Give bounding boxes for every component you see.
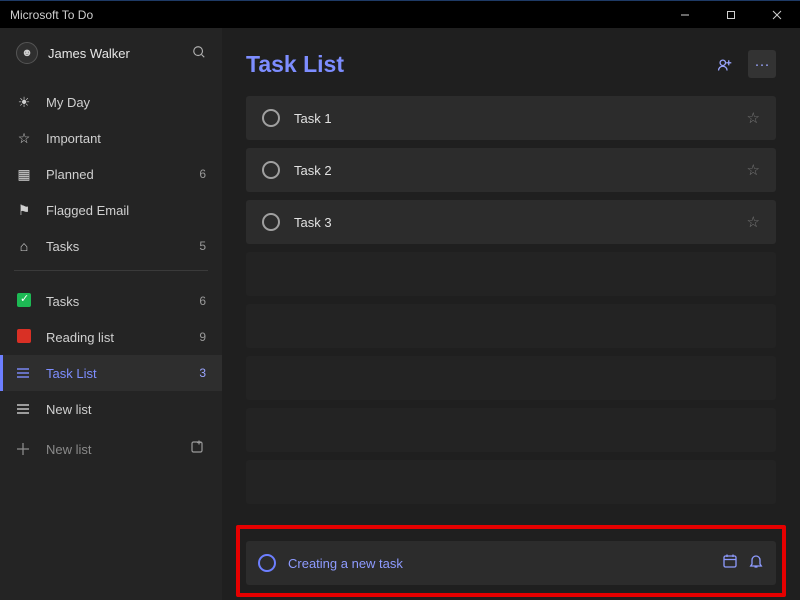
app-title: Microsoft To Do xyxy=(10,8,93,22)
reminder-icon[interactable] xyxy=(748,553,764,573)
task-title: Task 3 xyxy=(294,215,332,230)
user-name: James Walker xyxy=(48,46,130,61)
smart-list-label: Tasks xyxy=(46,239,79,254)
star-icon[interactable]: ☆ xyxy=(747,161,760,179)
share-list-icon[interactable] xyxy=(710,50,738,78)
sidebar: ☻ James Walker ☀ My Day ☆ Important ▦ Planned… xyxy=(0,28,222,600)
empty-row xyxy=(246,356,776,400)
new-list-label: New list xyxy=(46,442,92,457)
task-title: Task 1 xyxy=(294,111,332,126)
minimize-button[interactable] xyxy=(662,1,708,29)
new-group-icon[interactable] xyxy=(190,439,206,459)
smart-list-label: Planned xyxy=(46,167,94,182)
sidebar-custom-item[interactable]: New list xyxy=(0,391,222,427)
custom-list-label: Task List xyxy=(46,366,97,381)
custom-list-label: Tasks xyxy=(46,294,79,309)
task-title: Task 2 xyxy=(294,163,332,178)
custom-list-icon xyxy=(16,403,32,415)
star-icon[interactable]: ☆ xyxy=(747,109,760,127)
add-task-bar[interactable] xyxy=(246,541,776,585)
complete-circle-icon[interactable] xyxy=(262,161,280,179)
custom-list-count: 6 xyxy=(199,294,206,308)
more-icon[interactable]: ··· xyxy=(748,50,776,78)
empty-row xyxy=(246,252,776,296)
custom-list-icon xyxy=(16,329,32,346)
sidebar-custom-item[interactable]: Reading list 9 xyxy=(0,319,222,355)
smart-list-label: My Day xyxy=(46,95,90,110)
smart-list-label: Flagged Email xyxy=(46,203,129,218)
smart-list-icon: ☆ xyxy=(16,130,32,147)
smart-list-count: 6 xyxy=(199,167,206,181)
empty-row xyxy=(246,408,776,452)
custom-list-icon xyxy=(16,367,32,379)
smart-list-icon: ⚑ xyxy=(16,202,32,219)
smart-list-label: Important xyxy=(46,131,101,146)
sidebar-smart-item[interactable]: ▦ Planned 6 xyxy=(0,156,222,192)
custom-list-label: Reading list xyxy=(46,330,114,345)
sidebar-custom-item[interactable]: ✓ Tasks 6 xyxy=(0,283,222,319)
smart-list-count: 5 xyxy=(199,239,206,253)
task-row[interactable]: Task 2 ☆ xyxy=(246,148,776,192)
sidebar-smart-item[interactable]: ⚑ Flagged Email xyxy=(0,192,222,228)
due-date-icon[interactable] xyxy=(722,553,738,573)
custom-list-icon: ✓ xyxy=(16,293,32,310)
sidebar-smart-item[interactable]: ☀ My Day xyxy=(0,84,222,120)
smart-list-icon: ▦ xyxy=(16,166,32,183)
sidebar-custom-item[interactable]: Task List 3 xyxy=(0,355,222,391)
maximize-button[interactable] xyxy=(708,1,754,29)
custom-list-count: 9 xyxy=(199,330,206,344)
empty-row xyxy=(246,460,776,504)
task-row[interactable]: Task 3 ☆ xyxy=(246,200,776,244)
sidebar-smart-item[interactable]: ☆ Important xyxy=(0,120,222,156)
star-icon[interactable]: ☆ xyxy=(747,213,760,231)
empty-row xyxy=(246,304,776,348)
complete-circle-icon[interactable] xyxy=(262,109,280,127)
search-icon[interactable] xyxy=(192,45,206,62)
new-list-row[interactable]: New list xyxy=(0,429,222,469)
plus-icon xyxy=(16,442,32,456)
smart-list-icon: ☀ xyxy=(16,94,32,111)
titlebar: Microsoft To Do xyxy=(0,0,800,28)
user-row[interactable]: ☻ James Walker xyxy=(0,42,222,78)
close-button[interactable] xyxy=(754,1,800,29)
custom-list-label: New list xyxy=(46,402,92,417)
window-controls xyxy=(662,1,800,29)
nav-divider xyxy=(14,270,208,271)
add-task-circle-icon xyxy=(258,554,276,572)
avatar: ☻ xyxy=(16,42,38,64)
smart-list-icon: ⌂ xyxy=(16,238,32,254)
complete-circle-icon[interactable] xyxy=(262,213,280,231)
sidebar-smart-item[interactable]: ⌂ Tasks 5 xyxy=(0,228,222,264)
list-title[interactable]: Task List xyxy=(246,51,344,78)
custom-list-count: 3 xyxy=(199,366,206,380)
add-task-input[interactable] xyxy=(288,556,710,571)
main-panel: Task List ··· Task 1 ☆ Task 2 ☆ Task 3 ☆ xyxy=(222,28,800,600)
task-row[interactable]: Task 1 ☆ xyxy=(246,96,776,140)
